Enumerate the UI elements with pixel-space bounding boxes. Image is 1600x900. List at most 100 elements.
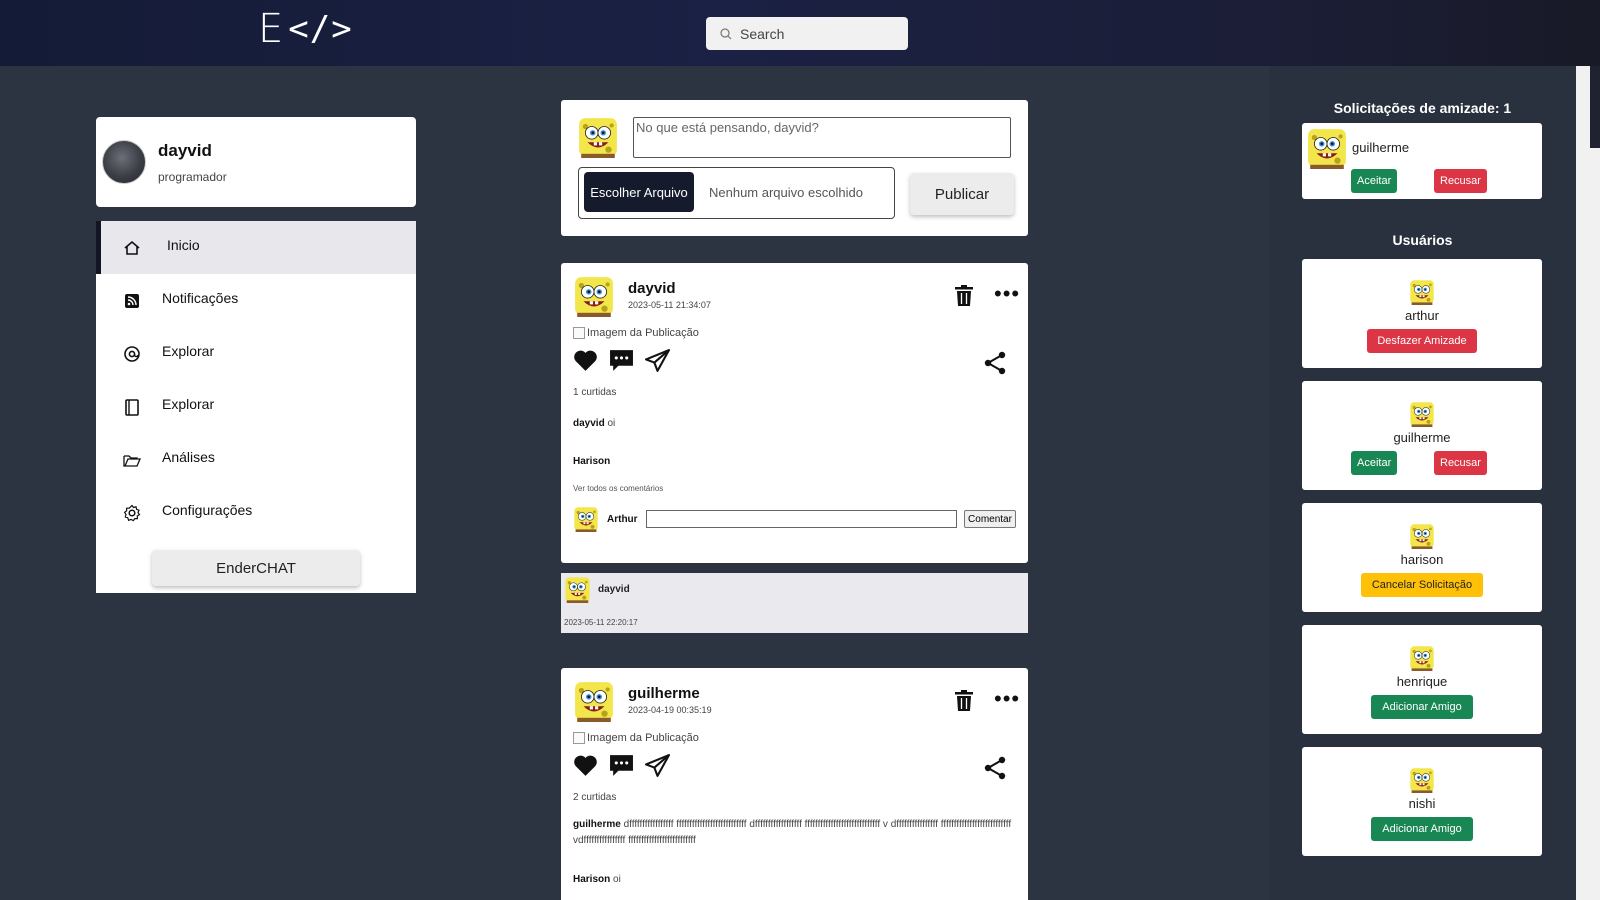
- avatar: [1409, 279, 1435, 305]
- publish-button[interactable]: Publicar: [910, 173, 1014, 215]
- sidebar-item-label: Notificações: [162, 290, 239, 306]
- likes-count: 2 curtidas: [573, 792, 617, 803]
- post-date: 2023-05-11 21:34:07: [628, 300, 711, 310]
- view-all-comments-link[interactable]: Ver todos os comentários: [573, 484, 663, 493]
- user-name[interactable]: arthur: [1302, 308, 1542, 323]
- sidebar-item-label: Inicio: [167, 237, 200, 253]
- comment-input[interactable]: [646, 510, 957, 528]
- broken-image-icon: [573, 732, 585, 744]
- profile-name: dayvid: [158, 140, 212, 160]
- comment-icon[interactable]: [609, 349, 634, 372]
- avatar: [1307, 128, 1347, 169]
- user-card: nishi Adicionar Amigo: [1302, 747, 1542, 856]
- profile-card[interactable]: dayvid programador: [96, 117, 416, 207]
- shared-by-name[interactable]: dayvid: [598, 584, 630, 595]
- sidebar-item-explorar[interactable]: Explorar: [96, 327, 416, 380]
- post-caption: dayvid oi: [573, 416, 1013, 432]
- trash-icon[interactable]: [954, 690, 974, 712]
- post-card: guilherme 2023-04-19 00:35:19 ••• Imagem…: [561, 668, 1028, 900]
- user-card: arthur Desfazer Amizade: [1302, 259, 1542, 368]
- comment-button[interactable]: Comentar: [964, 510, 1016, 528]
- post-image: Imagem da Publicação: [573, 732, 699, 744]
- sidebar-item-notificacoes[interactable]: Notificações: [96, 274, 416, 327]
- reject-button[interactable]: Recusar: [1434, 169, 1487, 193]
- more-options-icon[interactable]: •••: [994, 688, 1020, 710]
- post-caption: guilherme dfffffffffffffffff fffffffffff…: [573, 817, 1013, 849]
- more-options-icon[interactable]: •••: [994, 283, 1020, 305]
- avatar: [1409, 523, 1435, 549]
- user-name[interactable]: nishi: [1302, 796, 1542, 811]
- comment-text: oi: [610, 874, 621, 885]
- heart-icon[interactable]: [573, 349, 598, 372]
- avatar: [565, 577, 590, 603]
- trash-icon[interactable]: [954, 285, 974, 307]
- cancel-request-button[interactable]: Cancelar Solicitação: [1361, 573, 1483, 597]
- add-friend-button[interactable]: Adicionar Amigo: [1371, 817, 1473, 841]
- share-icon[interactable]: [983, 756, 1007, 780]
- reject-button[interactable]: Recusar: [1434, 451, 1487, 475]
- user-name[interactable]: guilherme: [1302, 430, 1542, 445]
- user-card: harison Cancelar Solicitação: [1302, 503, 1542, 612]
- sidebar-item-configuracoes[interactable]: Configurações: [96, 486, 416, 539]
- search-box[interactable]: [706, 17, 908, 50]
- avatar[interactable]: [573, 275, 615, 317]
- post-composer: Escolher Arquivo Nenhum arquivo escolhid…: [561, 100, 1028, 236]
- enderchat-button[interactable]: EnderCHAT: [152, 550, 360, 586]
- user-name[interactable]: harison: [1302, 552, 1542, 567]
- post-date: 2023-04-19 00:35:19: [628, 705, 712, 715]
- share-icon[interactable]: [983, 351, 1007, 375]
- post-image-alt: Imagem da Publicação: [587, 732, 699, 744]
- gear-icon: [123, 504, 141, 521]
- comment-icon[interactable]: [609, 754, 634, 777]
- file-input[interactable]: Escolher Arquivo Nenhum arquivo escolhid…: [578, 167, 895, 219]
- commenter-name: Arthur: [607, 514, 638, 525]
- top-bar: E </>: [0, 0, 1600, 66]
- caption-text: dfffffffffffffffff fffffffffffffffffffff…: [573, 819, 1012, 846]
- post-author[interactable]: guilherme: [628, 685, 700, 702]
- post-text-input[interactable]: [633, 117, 1011, 158]
- comment: Harison oi: [573, 874, 621, 885]
- users-title: Usuários: [1392, 232, 1453, 248]
- sidebar-item-label: Análises: [162, 449, 215, 465]
- choose-file-button[interactable]: Escolher Arquivo: [584, 172, 694, 212]
- friend-requests-title: Solicitações de amizade: 1: [1333, 100, 1512, 116]
- shared-date: 2023-05-11 22:20:17: [564, 618, 638, 627]
- logo-code: </>: [288, 9, 353, 49]
- add-friend-button[interactable]: Adicionar Amigo: [1371, 695, 1473, 719]
- scrollbar-thumb[interactable]: [1590, 66, 1600, 148]
- user-name[interactable]: henrique: [1302, 674, 1542, 689]
- at-icon: [124, 345, 140, 362]
- folder-icon: [123, 454, 141, 467]
- accept-button[interactable]: Aceitar: [1351, 451, 1398, 475]
- unfriend-button[interactable]: Desfazer Amizade: [1367, 329, 1477, 353]
- sidebar-item-explorar-2[interactable]: Explorar: [96, 380, 416, 433]
- request-user-name[interactable]: guilherme: [1352, 140, 1409, 155]
- post-card: dayvid 2023-05-11 21:34:07 ••• Imagem da…: [561, 263, 1028, 563]
- avatar: [1409, 401, 1435, 427]
- caption-author[interactable]: dayvid: [573, 418, 605, 429]
- comment-author[interactable]: Harison: [573, 456, 610, 467]
- accept-button[interactable]: Aceitar: [1351, 169, 1398, 193]
- sidebar-item-analises[interactable]: Análises: [96, 433, 416, 486]
- book-icon: [125, 398, 139, 416]
- user-card: guilherme Aceitar Recusar: [1302, 381, 1542, 490]
- caption-text: oi: [604, 418, 616, 429]
- comment: Harison: [573, 456, 610, 467]
- search-input[interactable]: [740, 25, 890, 42]
- send-icon[interactable]: [645, 349, 670, 372]
- post-author[interactable]: dayvid: [628, 280, 676, 297]
- shared-post-strip[interactable]: dayvid 2023-05-11 22:20:17: [561, 573, 1028, 633]
- comment-author[interactable]: Harison: [573, 874, 610, 885]
- home-icon: [124, 240, 140, 255]
- heart-icon[interactable]: [573, 754, 598, 777]
- broken-image-icon: [573, 327, 585, 339]
- app-logo[interactable]: E </>: [258, 9, 353, 49]
- avatar: [1409, 645, 1435, 671]
- caption-author[interactable]: guilherme: [573, 819, 621, 830]
- send-icon[interactable]: [645, 754, 670, 777]
- sidebar-item-inicio[interactable]: Inicio: [96, 221, 416, 274]
- avatar[interactable]: [573, 680, 615, 722]
- sidebar-item-label: Configurações: [162, 502, 253, 518]
- scrollbar[interactable]: [1576, 66, 1600, 900]
- avatar: [573, 506, 599, 532]
